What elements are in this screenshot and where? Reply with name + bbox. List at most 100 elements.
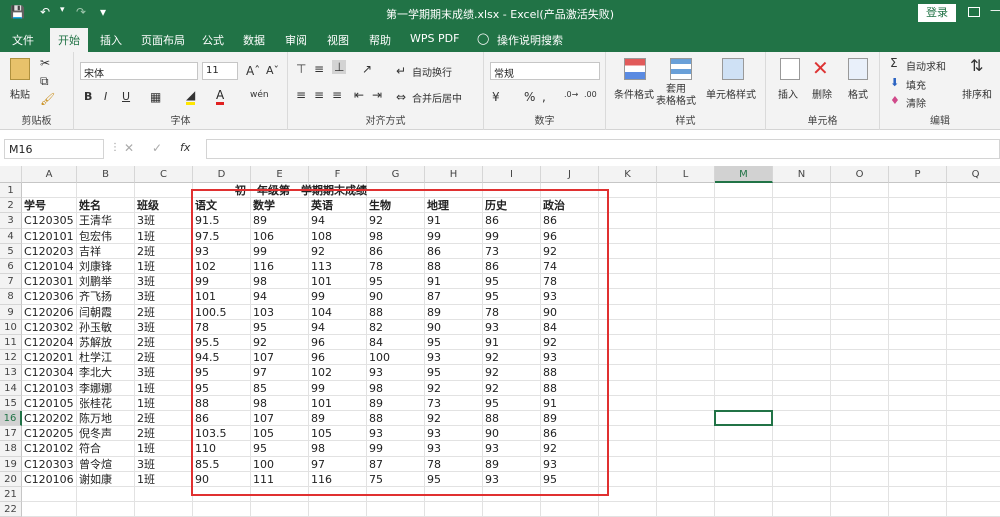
table-cell[interactable]: C120104 (22, 259, 77, 274)
delete-button[interactable]: 删除 (812, 86, 832, 101)
table-cell[interactable]: 2班 (135, 244, 193, 259)
italic-button[interactable]: I (104, 90, 107, 103)
table-cell[interactable]: 1班 (135, 472, 193, 487)
phonetic-icon[interactable]: wén (250, 90, 269, 100)
ribbon-display-icon[interactable] (968, 7, 980, 17)
col-header-K[interactable]: K (599, 166, 657, 183)
insert-cells-icon[interactable] (780, 58, 800, 80)
tell-me-search[interactable]: 操作说明搜索 (497, 32, 563, 48)
table-cell[interactable]: C120203 (22, 244, 77, 259)
font-size-select[interactable]: 11 (202, 62, 238, 80)
header-cell[interactable]: 学号 (22, 198, 77, 213)
table-cell[interactable]: 陈万地 (77, 411, 135, 426)
cut-icon[interactable]: ✂ (40, 56, 50, 70)
orientation-icon[interactable]: ↗ (362, 62, 372, 76)
table-cell[interactable]: C120303 (22, 457, 77, 472)
table-cell[interactable]: 1班 (135, 229, 193, 244)
col-header-P[interactable]: P (889, 166, 947, 183)
table-cell[interactable]: C120305 (22, 213, 77, 228)
table-cell[interactable]: 2班 (135, 426, 193, 441)
tab-help[interactable]: 帮助 (369, 32, 391, 48)
table-cell[interactable]: 曾令煊 (77, 457, 135, 472)
table-cell[interactable]: 王清华 (77, 213, 135, 228)
col-header-O[interactable]: O (831, 166, 889, 183)
row-header-9[interactable]: 9 (0, 304, 22, 320)
table-cell[interactable]: C120301 (22, 274, 77, 289)
row-header-19[interactable]: 19 (0, 456, 22, 472)
col-header-E[interactable]: E (251, 166, 309, 183)
decrease-indent-icon[interactable]: ⇤ (354, 88, 364, 102)
row-header-5[interactable]: 5 (0, 243, 22, 259)
table-cell[interactable]: 1班 (135, 259, 193, 274)
cancel-icon[interactable]: ✕ (124, 141, 134, 155)
more-options-icon[interactable]: ⋮ (110, 142, 120, 153)
tab-formulas[interactable]: 公式 (202, 32, 224, 48)
row-header-4[interactable]: 4 (0, 228, 22, 244)
table-cell[interactable]: C120204 (22, 335, 77, 350)
col-header-C[interactable]: C (135, 166, 193, 183)
tab-wps-pdf[interactable]: WPS PDF (410, 32, 459, 45)
align-bottom-icon[interactable]: ⊥ (332, 60, 347, 74)
fill-button[interactable]: 填充 (906, 77, 926, 92)
table-cell[interactable]: C120206 (22, 305, 77, 320)
row-header-18[interactable]: 18 (0, 441, 22, 457)
copy-icon[interactable]: ⧉ (40, 74, 49, 89)
table-cell[interactable]: 倪冬声 (77, 426, 135, 441)
table-cell[interactable]: C120304 (22, 365, 77, 380)
table-cell[interactable]: 符合 (77, 441, 135, 456)
font-name-select[interactable]: 宋体 (80, 62, 198, 80)
sort-filter-icon[interactable]: ⇅ (970, 56, 983, 75)
cell-styles-icon[interactable] (722, 58, 744, 80)
currency-icon[interactable]: ¥ (492, 90, 500, 104)
login-button[interactable]: 登录 (918, 4, 956, 22)
col-header-H[interactable]: H (425, 166, 483, 183)
align-top-icon[interactable]: ⊤ (296, 62, 306, 76)
insert-button[interactable]: 插入 (778, 86, 798, 101)
sort-filter-button[interactable]: 排序和 (962, 86, 992, 101)
tab-data[interactable]: 数据 (243, 32, 265, 48)
col-header-Q[interactable]: Q (947, 166, 1000, 183)
row-header-7[interactable]: 7 (0, 274, 22, 290)
table-cell[interactable]: 2班 (135, 350, 193, 365)
format-as-table-icon[interactable] (670, 58, 692, 80)
delete-cells-icon[interactable]: ✕ (812, 56, 829, 80)
table-cell[interactable]: C120201 (22, 350, 77, 365)
table-cell[interactable]: 2班 (135, 411, 193, 426)
col-header-A[interactable]: A (22, 166, 77, 183)
wrap-text-button[interactable]: 自动换行 (412, 64, 452, 79)
align-middle-icon[interactable]: ≡ (314, 62, 324, 76)
increase-indent-icon[interactable]: ⇥ (372, 88, 382, 102)
header-cell[interactable]: 姓名 (77, 198, 135, 213)
row-header-21[interactable]: 21 (0, 487, 22, 503)
table-cell[interactable]: 李娜娜 (77, 381, 135, 396)
font-color-icon[interactable]: A (216, 88, 225, 105)
increase-decimal-icon[interactable]: .0→ (564, 90, 578, 99)
tab-file[interactable]: 文件 (12, 32, 34, 48)
table-cell[interactable]: C120102 (22, 441, 77, 456)
table-cell[interactable]: 苏解放 (77, 335, 135, 350)
align-center-icon[interactable]: ≡ (314, 88, 324, 102)
col-header-J[interactable]: J (541, 166, 599, 183)
col-header-G[interactable]: G (367, 166, 425, 183)
table-cell[interactable]: C120106 (22, 472, 77, 487)
conditional-format-button[interactable]: 条件格式 (614, 86, 654, 101)
table-cell[interactable]: C120306 (22, 289, 77, 304)
table-cell[interactable]: 3班 (135, 274, 193, 289)
row-header-20[interactable]: 20 (0, 471, 22, 487)
worksheet-grid[interactable]: A B C D E F G H I J K L M N O P Q 1 2 3 4 5 6 7 8 9 10 11 12 13 14 15 16… (0, 166, 1000, 517)
col-header-F[interactable]: F (309, 166, 367, 183)
table-cell[interactable]: 包宏伟 (77, 229, 135, 244)
table-cell[interactable]: C120103 (22, 381, 77, 396)
row-header-14[interactable]: 14 (0, 380, 22, 396)
decrease-decimal-icon[interactable]: .00 (584, 90, 597, 99)
table-cell[interactable]: 1班 (135, 396, 193, 411)
percent-button[interactable]: % (524, 90, 535, 104)
table-cell[interactable]: 2班 (135, 335, 193, 350)
table-cell[interactable]: 3班 (135, 320, 193, 335)
row-header-13[interactable]: 13 (0, 365, 22, 381)
paste-button[interactable]: 粘贴 (10, 86, 30, 101)
row-header-6[interactable]: 6 (0, 259, 22, 275)
row-header-3[interactable]: 3 (0, 213, 22, 229)
format-cells-icon[interactable] (848, 58, 868, 80)
table-cell[interactable]: C120205 (22, 426, 77, 441)
